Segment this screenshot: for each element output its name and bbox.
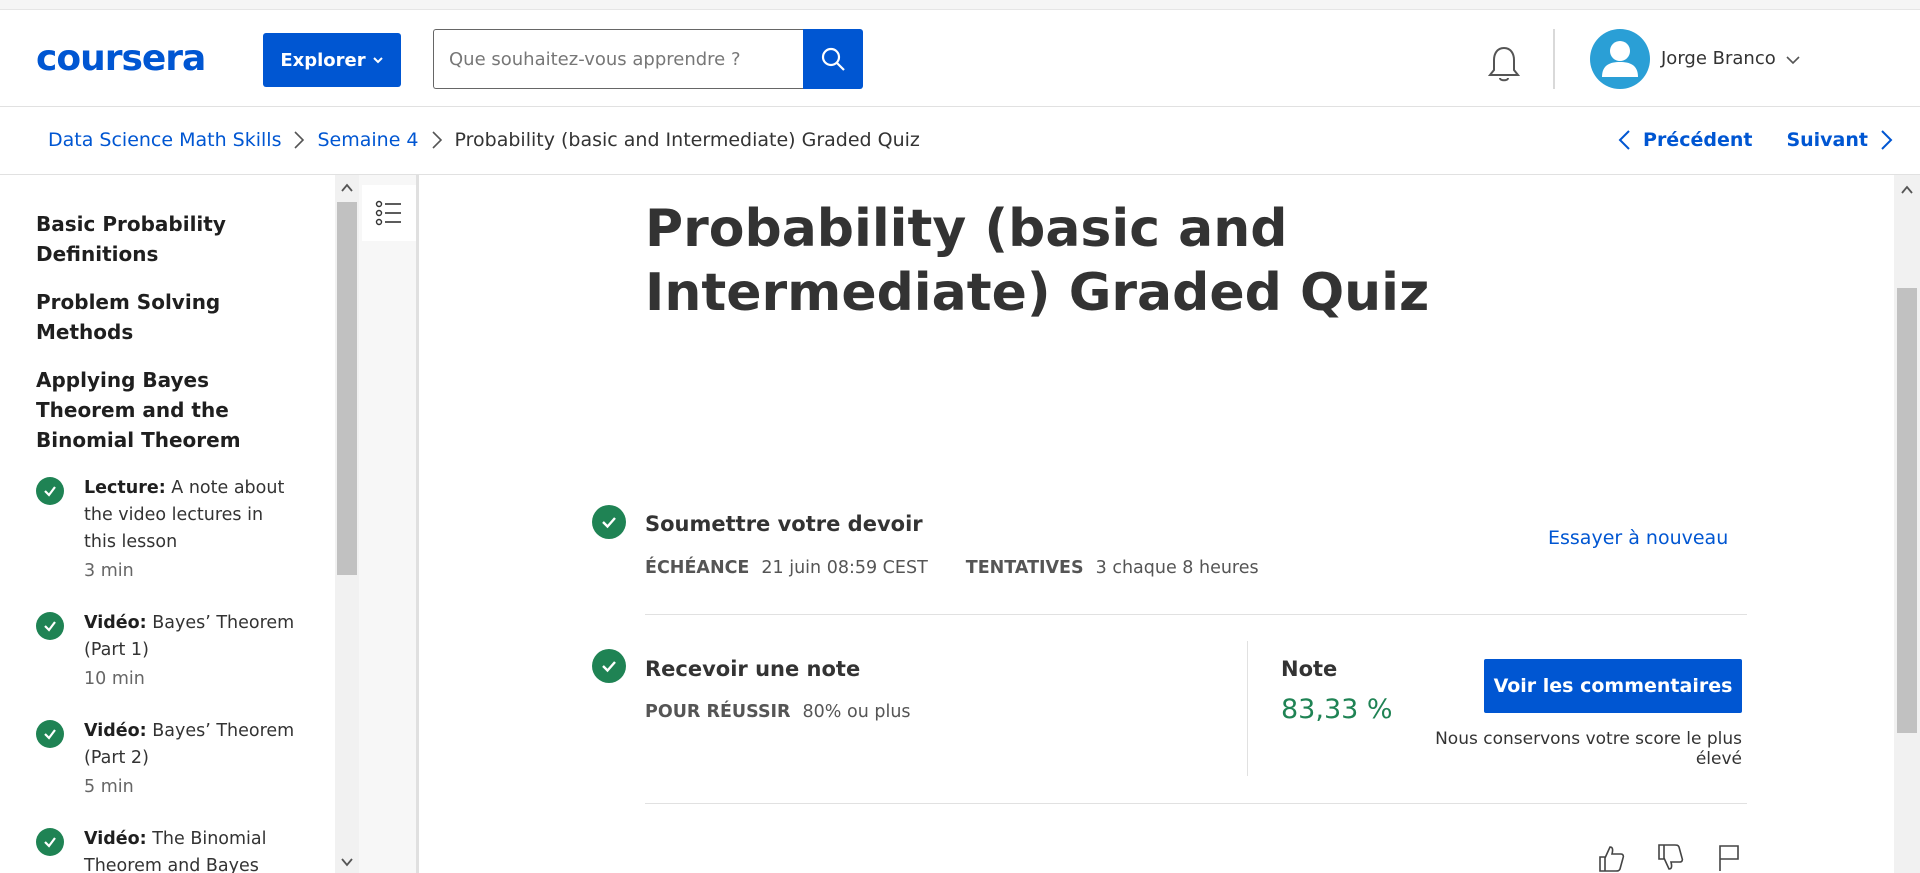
lesson-duration: 3 min — [84, 561, 134, 581]
list-icon — [375, 200, 401, 226]
search-input[interactable] — [449, 48, 803, 70]
grade-value: 83,33 % — [1281, 694, 1393, 725]
highest-score-note: Nous conservons votre score le plus élev… — [1435, 729, 1742, 769]
grade-step-title: Recevoir une note — [645, 657, 861, 681]
breadcrumb-course[interactable]: Data Science Math Skills — [48, 129, 281, 151]
thumbs-up-icon[interactable] — [1596, 843, 1626, 873]
explore-label: Explorer — [280, 49, 366, 71]
lesson-duration: 5 min — [84, 777, 134, 797]
browser-top-strip — [0, 0, 1920, 10]
sidebar-section-problem-solving[interactable]: Problem Solving Methods — [36, 287, 306, 347]
coursera-logo[interactable]: coursera — [36, 38, 206, 79]
main-scrollbar[interactable] — [1894, 175, 1920, 873]
check-icon — [592, 649, 626, 683]
chevron-left-icon — [1618, 130, 1630, 150]
lesson-label: Vidéo: Bayes’ Theorem (Part 1) — [84, 610, 299, 664]
check-icon — [36, 477, 64, 505]
lesson-type: Vidéo: — [84, 613, 147, 633]
lesson-type: Vidéo: — [84, 829, 147, 849]
pass-value: 80% ou plus — [802, 702, 911, 722]
header-divider — [1553, 29, 1555, 89]
breadcrumb: Data Science Math Skills Semaine 4 Proba… — [48, 129, 920, 151]
sidebar-section-basic-probability[interactable]: Basic Probability Definitions — [36, 209, 306, 269]
main-scrollbar-thumb[interactable] — [1897, 288, 1917, 733]
lesson-type: Vidéo: — [84, 721, 147, 741]
scroll-up-arrow-icon[interactable] — [1900, 183, 1914, 197]
lesson-item[interactable]: Lecture: A note about the video lectures… — [36, 475, 296, 585]
main-content: Probability (basic and Intermediate) Gra… — [422, 175, 1894, 873]
toggle-outline-button[interactable] — [362, 185, 416, 241]
flag-icon[interactable] — [1714, 843, 1744, 873]
previous-link[interactable]: Précédent — [1617, 129, 1752, 151]
next-link[interactable]: Suivant — [1786, 129, 1894, 151]
chevron-down-icon — [372, 57, 383, 64]
sidebar-scrollbar-thumb[interactable] — [337, 202, 357, 575]
lesson-item[interactable]: Vidéo: Bayes’ Theorem (Part 1) 10 min — [36, 610, 296, 690]
explore-button[interactable]: Explorer — [263, 33, 401, 87]
lesson-duration: 10 min — [84, 669, 145, 689]
thumbs-down-icon[interactable] — [1655, 843, 1685, 873]
grade-label: Note — [1281, 657, 1338, 681]
scroll-up-arrow-icon[interactable] — [340, 181, 354, 195]
avatar[interactable] — [1590, 29, 1650, 89]
chevron-right-icon — [431, 131, 442, 149]
chevron-right-icon — [1881, 130, 1893, 150]
scroll-down-arrow-icon[interactable] — [340, 855, 354, 869]
page-title: Probability (basic and Intermediate) Gra… — [645, 199, 1430, 323]
sidebar-toggle-panel — [359, 175, 419, 873]
user-name[interactable]: Jorge Branco — [1661, 48, 1776, 69]
vertical-divider — [1247, 641, 1248, 776]
check-icon — [36, 720, 64, 748]
submit-step-title: Soumettre votre devoir — [645, 512, 923, 536]
check-icon — [36, 612, 64, 640]
lesson-type: Lecture: — [84, 478, 166, 498]
divider — [645, 614, 1747, 615]
next-label: Suivant — [1786, 129, 1868, 151]
lesson-label: Lecture: A note about the video lectures… — [84, 475, 299, 556]
check-icon — [592, 505, 626, 539]
course-sidebar: Basic Probability Definitions Problem So… — [0, 175, 335, 873]
lesson-label: Vidéo: The Binomial Theorem and Bayes — [84, 826, 299, 873]
divider — [645, 803, 1747, 804]
pass-label: POUR RÉUSSIR — [645, 702, 791, 722]
breadcrumb-week[interactable]: Semaine 4 — [317, 129, 418, 151]
sidebar-scrollbar[interactable] — [335, 175, 359, 873]
submit-step-meta: ÉCHÉANCE 21 juin 08:59 CEST TENTATIVES 3… — [645, 558, 1259, 578]
lesson-item[interactable]: Vidéo: The Binomial Theorem and Bayes — [36, 826, 296, 873]
attempts-value: 3 chaque 8 heures — [1095, 558, 1259, 578]
search-field[interactable] — [433, 29, 803, 89]
breadcrumb-current: Probability (basic and Intermediate) Gra… — [454, 129, 920, 151]
top-header: coursera Explorer Jorge Branco — [0, 10, 1920, 107]
search-icon — [821, 47, 845, 71]
previous-label: Précédent — [1643, 129, 1753, 151]
chevron-right-icon — [294, 131, 305, 149]
sidebar-section-bayes-binomial[interactable]: Applying Bayes Theorem and the Binomial … — [36, 365, 306, 455]
grade-step-meta: POUR RÉUSSIR 80% ou plus — [645, 702, 911, 722]
user-icon — [1602, 41, 1638, 77]
lesson-item[interactable]: Vidéo: Bayes’ Theorem (Part 2) 5 min — [36, 718, 296, 798]
item-navigation: Précédent Suivant — [1617, 129, 1894, 151]
retry-link[interactable]: Essayer à nouveau — [1548, 527, 1728, 549]
breadcrumb-bar: Data Science Math Skills Semaine 4 Proba… — [0, 107, 1920, 175]
bell-icon[interactable] — [1486, 44, 1522, 84]
attempts-label: TENTATIVES — [965, 558, 1084, 578]
chevron-down-icon[interactable] — [1785, 52, 1801, 68]
view-feedback-button[interactable]: Voir les commentaires — [1484, 659, 1742, 713]
lesson-label: Vidéo: Bayes’ Theorem (Part 2) — [84, 718, 299, 772]
deadline-label: ÉCHÉANCE — [645, 558, 750, 578]
check-icon — [36, 828, 64, 856]
deadline-value: 21 juin 08:59 CEST — [761, 558, 928, 578]
search-button[interactable] — [803, 29, 863, 89]
